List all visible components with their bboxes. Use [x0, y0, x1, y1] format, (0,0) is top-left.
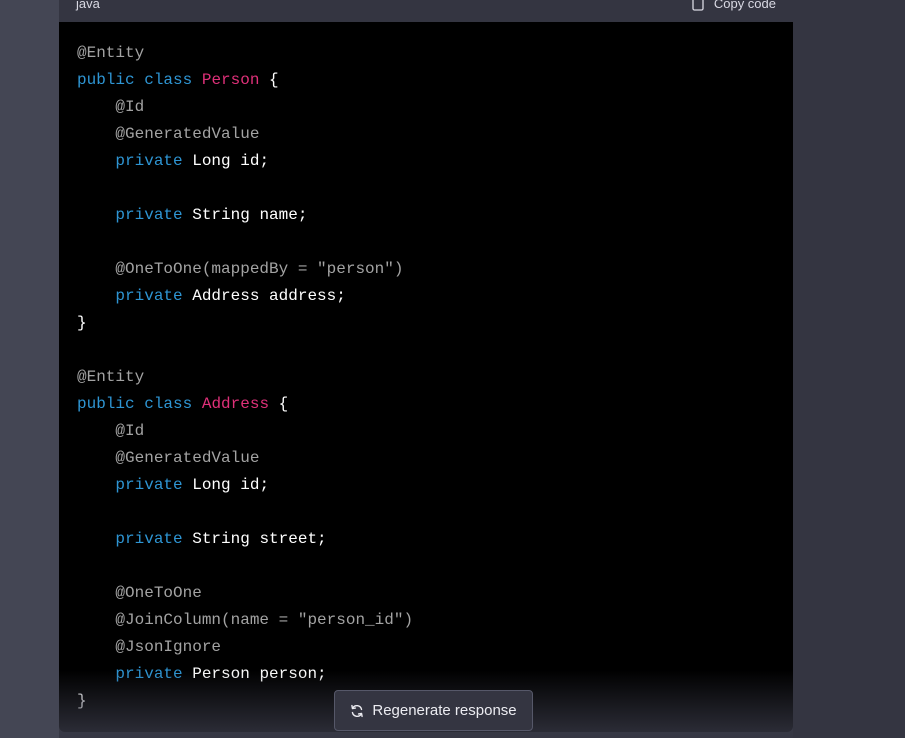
code-token: @JoinColumn(name = "person_id") — [115, 611, 414, 629]
code-token: String street; — [182, 530, 327, 548]
code-line: @OneToOne — [77, 580, 413, 607]
code-line: private String name; — [77, 202, 413, 229]
code-token: @Entity — [77, 44, 145, 62]
code-token: Person person; — [182, 665, 327, 683]
code-content: @Entity public class Person { @Id @Genera… — [77, 40, 413, 715]
code-line: @JsonIgnore — [77, 634, 413, 661]
code-line: @OneToOne(mappedBy = "person") — [77, 256, 413, 283]
regenerate-response-label: Regenerate response — [372, 702, 517, 719]
code-token: @GeneratedValue — [115, 449, 260, 467]
code-token: @OneToOne — [115, 584, 202, 602]
code-token: Long id; — [182, 476, 270, 494]
code-line: @Id — [77, 418, 413, 445]
code-token: private — [115, 476, 183, 494]
code-token: class — [144, 71, 193, 89]
copy-code-label: Copy code — [713, 0, 776, 11]
code-line: private Address address; — [77, 283, 413, 310]
code-token: @JsonIgnore — [115, 638, 222, 656]
code-token: class — [144, 395, 193, 413]
code-token: @Id — [115, 98, 145, 116]
code-token: @GeneratedValue — [115, 125, 260, 143]
code-token: Person — [201, 71, 260, 89]
code-block-header: java Copy code — [59, 0, 793, 22]
code-token: } — [77, 314, 87, 332]
refresh-icon — [350, 704, 364, 718]
code-line: @Entity — [77, 364, 413, 391]
code-token: @Entity — [77, 368, 145, 386]
code-token: private — [115, 530, 183, 548]
code-line: @Id — [77, 94, 413, 121]
code-line: private Long id; — [77, 148, 413, 175]
code-line: private Long id; — [77, 472, 413, 499]
code-token: private — [115, 206, 183, 224]
code-block: java Copy code @Entity public class Perso… — [59, 0, 793, 732]
code-line: public class Person { — [77, 67, 413, 94]
clipboard-icon — [692, 0, 704, 11]
code-line: private String street; — [77, 526, 413, 553]
regenerate-response-button[interactable]: Regenerate response — [334, 690, 533, 731]
code-token: String name; — [182, 206, 308, 224]
copy-code-button[interactable]: Copy code — [692, 0, 776, 11]
code-token: private — [115, 665, 183, 683]
code-language-label: java — [76, 0, 100, 11]
code-line: private Person person; — [77, 661, 413, 688]
code-token: private — [115, 152, 183, 170]
code-line: } — [77, 310, 413, 337]
code-token: } — [77, 692, 87, 710]
code-line: public class Address { — [77, 391, 413, 418]
page-side-background — [793, 0, 905, 738]
code-token: public — [77, 71, 135, 89]
code-token: @Id — [115, 422, 145, 440]
code-line: @Entity — [77, 40, 413, 67]
code-token: Address address; — [182, 287, 346, 305]
code-token: private — [115, 287, 183, 305]
code-token: { — [259, 71, 279, 89]
code-line: @GeneratedValue — [77, 445, 413, 472]
code-token: { — [269, 395, 289, 413]
code-token: @OneToOne(mappedBy = "person") — [115, 260, 404, 278]
code-token: Address — [201, 395, 270, 413]
code-line: @JoinColumn(name = "person_id") — [77, 607, 413, 634]
code-token: Long id; — [182, 152, 270, 170]
code-line: @GeneratedValue — [77, 121, 413, 148]
code-token: public — [77, 395, 135, 413]
